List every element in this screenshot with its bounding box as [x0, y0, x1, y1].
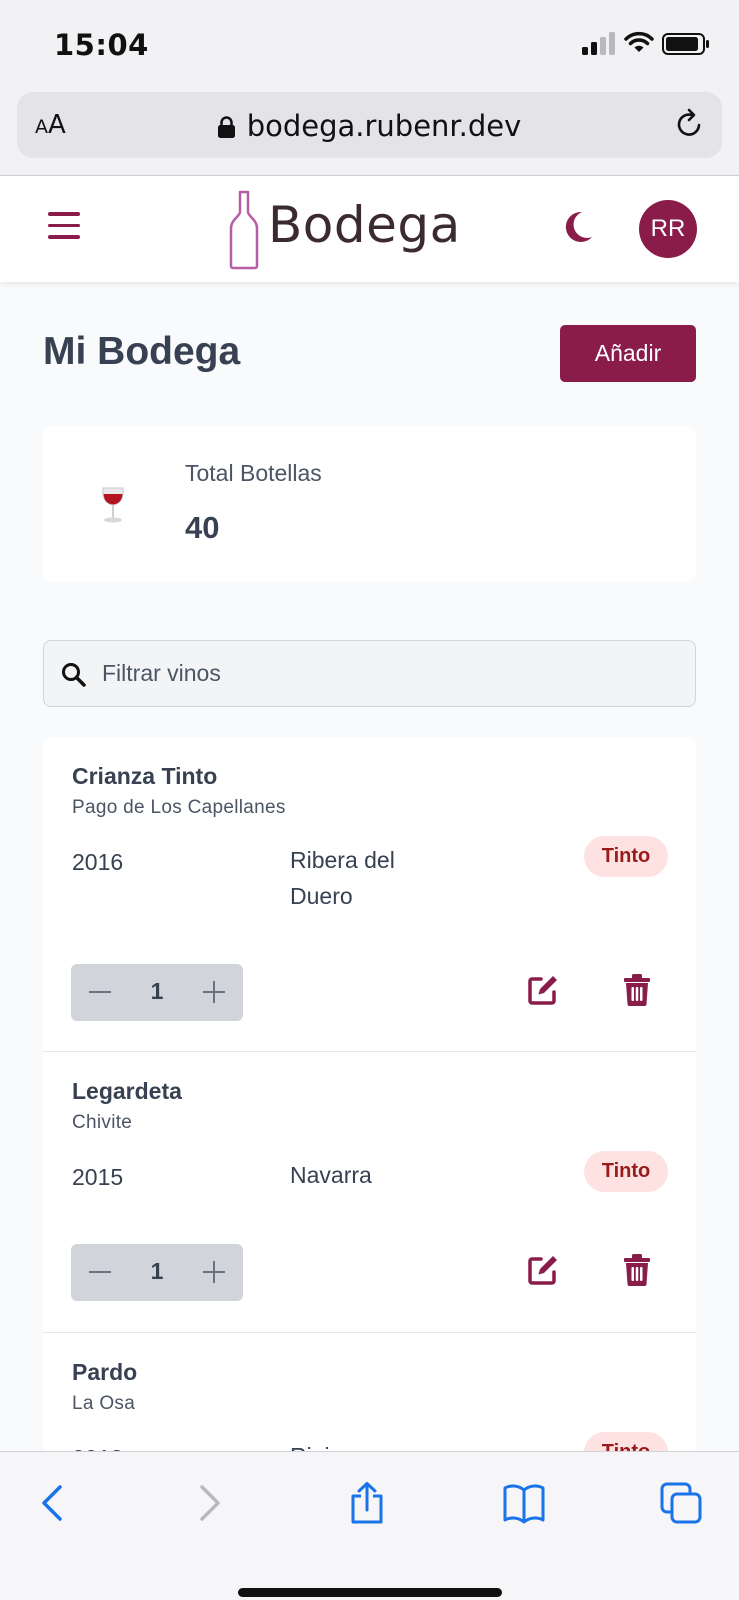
signal-icon	[582, 32, 615, 55]
list-item: Crianza Tinto Pago de Los Capellanes 201…	[43, 737, 696, 1052]
browser-toolbar	[0, 1451, 739, 1600]
bottle-logo-icon	[229, 190, 259, 270]
back-icon[interactable]	[30, 1482, 74, 1524]
avatar[interactable]: RR	[639, 200, 697, 258]
home-indicator	[238, 1588, 502, 1597]
wine-type-badge: Tinto	[584, 836, 668, 877]
search-icon	[62, 663, 86, 687]
wine-year: 2015	[72, 1164, 124, 1190]
status-time: 15:04	[54, 28, 149, 62]
edit-icon[interactable]	[527, 974, 559, 1006]
filter-input[interactable]	[102, 641, 682, 705]
list-item: Pardo La Osa 2018 Rioja Tinto	[43, 1333, 696, 1457]
battery-icon	[662, 33, 709, 55]
wine-name: Pardo	[72, 1359, 138, 1385]
wine-name: Legardeta	[72, 1078, 182, 1104]
url-display[interactable]: bodega.rubenr.dev	[17, 109, 722, 143]
wine-region: Ribera del Duero	[290, 847, 395, 909]
filter-box	[43, 640, 696, 707]
wine-region: Navarra	[290, 1162, 372, 1188]
url-text: bodega.rubenr.dev	[246, 109, 522, 143]
add-button[interactable]: Añadir	[560, 325, 696, 382]
lock-icon	[217, 116, 235, 138]
wine-producer: La Osa	[72, 1393, 136, 1414]
forward-icon[interactable]	[188, 1482, 232, 1524]
wine-year: 2016	[72, 849, 124, 875]
wine-name: Crianza Tinto	[72, 763, 218, 789]
wifi-icon	[624, 31, 654, 52]
address-bar[interactable]: AA bodega.rubenr.dev	[17, 92, 722, 158]
browser-bar: AA bodega.rubenr.dev	[0, 88, 739, 176]
stats-card: Total Botellas 40	[43, 426, 696, 582]
reload-icon[interactable]	[674, 108, 706, 140]
wine-type-badge: Tinto	[584, 1151, 668, 1192]
tabs-icon[interactable]	[660, 1482, 704, 1524]
logo-text: Bodega	[268, 196, 461, 254]
status-bar: 15:04	[0, 0, 739, 88]
moon-icon[interactable]	[562, 210, 594, 244]
wine-glass-icon	[102, 487, 124, 523]
plus-icon[interactable]	[201, 1259, 227, 1285]
quantity-stepper: 1	[71, 964, 243, 1021]
list-item: Legardeta Chivite 2015 Navarra Tinto 1	[43, 1052, 696, 1333]
app-header: Bodega RR	[0, 176, 739, 282]
trash-icon[interactable]	[623, 974, 651, 1006]
plus-icon[interactable]	[201, 979, 227, 1005]
wine-producer: Chivite	[72, 1112, 133, 1133]
page-title: Mi Bodega	[43, 330, 241, 373]
bookmarks-icon[interactable]	[502, 1482, 546, 1524]
wine-producer: Pago de Los Capellanes	[72, 797, 286, 818]
stats-label: Total Botellas	[185, 460, 322, 486]
wine-list: Crianza Tinto Pago de Los Capellanes 201…	[43, 737, 696, 1457]
trash-icon[interactable]	[623, 1254, 651, 1286]
share-icon[interactable]	[345, 1482, 389, 1524]
stats-value: 40	[185, 510, 220, 545]
quantity-stepper: 1	[71, 1244, 243, 1301]
menu-icon[interactable]	[48, 212, 80, 242]
edit-icon[interactable]	[527, 1254, 559, 1286]
